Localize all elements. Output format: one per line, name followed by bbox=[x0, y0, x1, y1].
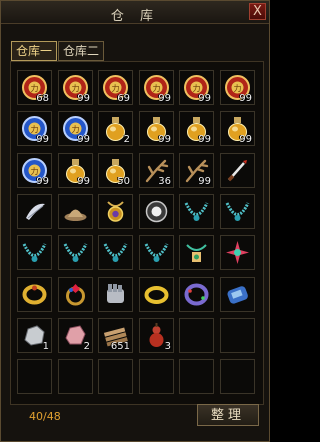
storage-slot[interactable] bbox=[17, 235, 52, 270]
warehouse-window: 仓 库 X 仓库一 仓库二 力 68 力 99 力 69 力 99 力 99 力 99 力 99 力 99 2 9… bbox=[0, 0, 270, 442]
empty-storage-slot[interactable] bbox=[139, 359, 174, 394]
storage-slot[interactable] bbox=[98, 277, 133, 312]
storage-slot[interactable] bbox=[220, 277, 255, 312]
storage-slot[interactable]: 99 bbox=[139, 111, 174, 146]
item-quantity: 50 bbox=[117, 176, 130, 187]
storage-slot[interactable] bbox=[179, 194, 214, 229]
svg-text:力: 力 bbox=[72, 83, 80, 93]
storage-slot[interactable] bbox=[17, 277, 52, 312]
storage-slot[interactable] bbox=[139, 235, 174, 270]
item-quantity: 99 bbox=[198, 134, 211, 145]
empty-storage-slot[interactable] bbox=[98, 359, 133, 394]
svg-text:力: 力 bbox=[153, 83, 161, 93]
storage-slot[interactable] bbox=[58, 194, 93, 229]
item-quantity: 99 bbox=[36, 176, 49, 187]
item-quantity: 99 bbox=[77, 134, 90, 145]
item-quantity: 69 bbox=[117, 93, 130, 104]
storage-slot[interactable]: 50 bbox=[98, 153, 133, 188]
storage-slot[interactable]: 力 99 bbox=[17, 153, 52, 188]
storage-slot[interactable] bbox=[220, 235, 255, 270]
storage-slot[interactable]: 99 bbox=[179, 153, 214, 188]
capacity-counter: 40/48 bbox=[29, 410, 61, 423]
window-title: 仓 库 bbox=[110, 9, 160, 24]
item-quantity: 99 bbox=[77, 176, 90, 187]
storage-slot[interactable]: 99 bbox=[179, 111, 214, 146]
storage-slot[interactable] bbox=[220, 194, 255, 229]
item-quantity: 68 bbox=[36, 93, 49, 104]
item-quantity: 99 bbox=[77, 93, 90, 104]
item-quantity: 2 bbox=[123, 134, 130, 145]
storage-slot[interactable] bbox=[139, 277, 174, 312]
storage-slot[interactable]: 力 99 bbox=[220, 70, 255, 105]
storage-slot[interactable]: 力 99 bbox=[58, 70, 93, 105]
empty-storage-slot[interactable] bbox=[58, 359, 93, 394]
storage-slot[interactable]: 3 bbox=[139, 318, 174, 353]
item-quantity: 1 bbox=[42, 341, 49, 352]
storage-slot[interactable] bbox=[58, 235, 93, 270]
storage-slot[interactable] bbox=[220, 153, 255, 188]
svg-text:力: 力 bbox=[31, 83, 39, 93]
storage-slot[interactable]: 2 bbox=[58, 318, 93, 353]
storage-slot[interactable]: 力 69 bbox=[98, 70, 133, 105]
item-quantity: 3 bbox=[164, 341, 171, 352]
empty-storage-slot[interactable] bbox=[220, 318, 255, 353]
storage-slot[interactable]: 力 99 bbox=[179, 70, 214, 105]
svg-text:力: 力 bbox=[72, 124, 80, 134]
svg-text:力: 力 bbox=[112, 83, 120, 93]
item-quantity: 651 bbox=[110, 341, 130, 352]
storage-slot[interactable] bbox=[179, 277, 214, 312]
empty-storage-slot[interactable] bbox=[17, 359, 52, 394]
storage-slot[interactable] bbox=[98, 194, 133, 229]
storage-slot[interactable]: 99 bbox=[220, 111, 255, 146]
storage-slot[interactable]: 36 bbox=[139, 153, 174, 188]
empty-storage-slot[interactable] bbox=[179, 359, 214, 394]
storage-slot[interactable] bbox=[58, 277, 93, 312]
svg-text:力: 力 bbox=[31, 124, 39, 134]
svg-text:力: 力 bbox=[193, 83, 201, 93]
storage-panel: 力 68 力 99 力 69 力 99 力 99 力 99 力 99 力 99 2 99 99 99 力 99 99 50 36… bbox=[10, 61, 264, 405]
item-quantity: 99 bbox=[239, 93, 252, 104]
storage-slot[interactable]: 力 68 bbox=[17, 70, 52, 105]
title-bar[interactable]: 仓 库 X bbox=[1, 1, 269, 24]
item-quantity: 99 bbox=[36, 134, 49, 145]
storage-slot[interactable]: 力 99 bbox=[58, 111, 93, 146]
item-quantity: 36 bbox=[158, 176, 171, 187]
empty-storage-slot[interactable] bbox=[220, 359, 255, 394]
storage-slot[interactable]: 力 99 bbox=[17, 111, 52, 146]
storage-slot[interactable] bbox=[139, 194, 174, 229]
tab-warehouse-2[interactable]: 仓库二 bbox=[58, 41, 104, 61]
storage-slot[interactable] bbox=[98, 235, 133, 270]
item-quantity: 99 bbox=[158, 93, 171, 104]
storage-slot[interactable]: 1 bbox=[17, 318, 52, 353]
storage-slot[interactable]: 2 bbox=[98, 111, 133, 146]
item-quantity: 99 bbox=[198, 176, 211, 187]
item-quantity: 99 bbox=[239, 134, 252, 145]
item-quantity: 2 bbox=[83, 341, 90, 352]
item-quantity: 99 bbox=[198, 93, 211, 104]
close-button[interactable]: X bbox=[249, 3, 266, 20]
storage-slot[interactable] bbox=[17, 194, 52, 229]
tab-warehouse-1[interactable]: 仓库一 bbox=[11, 41, 57, 61]
storage-slot[interactable]: 力 99 bbox=[139, 70, 174, 105]
storage-slot[interactable] bbox=[179, 235, 214, 270]
item-quantity: 99 bbox=[158, 134, 171, 145]
sort-button[interactable]: 整理 bbox=[197, 404, 259, 426]
storage-slot[interactable]: 651 bbox=[98, 318, 133, 353]
svg-text:力: 力 bbox=[234, 83, 242, 93]
empty-storage-slot[interactable] bbox=[179, 318, 214, 353]
storage-slot[interactable]: 99 bbox=[58, 153, 93, 188]
svg-text:力: 力 bbox=[31, 166, 39, 176]
